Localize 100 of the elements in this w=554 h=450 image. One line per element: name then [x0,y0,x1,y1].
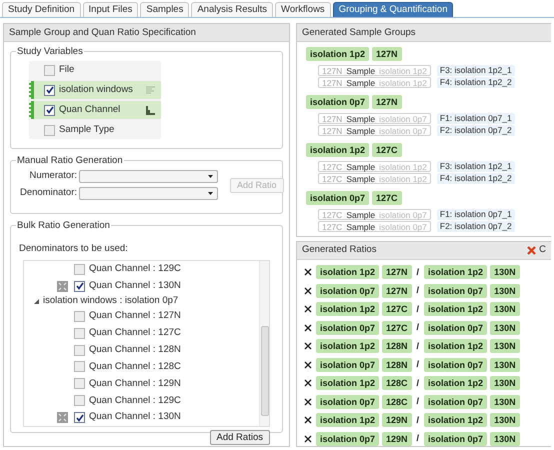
drag-handle-icon[interactable] [29,81,34,99]
tree-item-label[interactable]: Quan Channel : 127N [89,309,181,324]
dropdown-arrow-icon [208,192,213,195]
panel-header: Generated Sample Groups [297,24,551,42]
file-chip: F2: isolation 0p7_2 [436,125,515,136]
group-tag: isolation 1p2 [316,302,380,316]
remove-icon[interactable] [304,416,312,424]
ratio-separator: / [416,395,420,408]
variable-row[interactable]: Quan Channel [29,101,161,119]
sample-label: Sample [346,114,376,123]
dropdown[interactable] [79,170,218,183]
remove-icon[interactable] [304,342,312,350]
sample-label: Sample [346,126,376,135]
channel-label: 127C [322,162,342,171]
grid-icon[interactable] [57,280,68,292]
checkbox[interactable] [74,412,85,424]
checkbox[interactable] [44,124,55,136]
group-tag: 130N [490,265,520,280]
channel-label: 127C [322,222,342,231]
step-chart-icon [146,106,155,114]
checkbox[interactable] [74,344,85,356]
group-tag: isolation 0p7 [316,358,380,372]
ratio-separator: / [416,284,420,297]
group-tag: 128N [382,339,412,354]
tab[interactable]: Grouping & Quantification [332,2,454,17]
tree-item-label[interactable]: Quan Channel : 129C [89,394,181,408]
ratio-separator: / [416,432,420,445]
remove-icon[interactable] [304,398,312,406]
isolation-label: isolation 1p2 [379,174,427,183]
drag-handle-icon[interactable] [29,101,34,119]
checkbox[interactable] [74,395,85,406]
tab[interactable]: Input Files [82,2,138,17]
variable-label: Quan Channel [59,102,120,117]
group-tag: 127C [382,302,412,316]
file-chip: F4: isolation 1p2_2 [436,173,515,184]
group-tag: 129N [382,432,412,446]
tree-item-label[interactable]: Quan Channel : 128N [89,342,181,358]
remove-icon[interactable] [304,324,312,332]
checkbox[interactable] [44,84,55,96]
checkbox[interactable] [74,328,85,339]
tree-item-label[interactable]: Quan Channel : 129C [89,262,181,277]
channel-label: 127C [322,210,342,219]
checkbox[interactable] [44,64,55,76]
tree-item-label[interactable]: Quan Channel : 130N [89,279,181,294]
tree-item-label[interactable]: Quan Channel : 129N [89,376,181,391]
ratio-separator: / [416,414,420,426]
tab[interactable]: Study Definition [2,2,81,17]
group-tag: isolation 1p2 [316,376,380,390]
checkbox[interactable] [44,104,55,116]
tab[interactable]: Samples [140,2,190,17]
remove-icon[interactable] [304,434,312,443]
group-tag: isolation 1p2 [316,339,380,354]
group-tag: isolation 1p2 [306,47,370,61]
remove-icon[interactable] [304,268,312,276]
group-tag: isolation 1p2 [424,265,488,280]
expanded-triangle-icon[interactable] [34,298,39,304]
group-tag: 128C [382,394,412,409]
panel-title: Generated Ratios [302,243,376,258]
tree-group-label[interactable]: isolation windows : isolation 0p7 [43,294,178,308]
tree-item-label[interactable]: Quan Channel : 128C [89,360,181,374]
sample-label: Sample [346,222,376,231]
variable-row[interactable]: Sample Type [29,121,161,139]
scrollbar[interactable] [259,261,269,426]
dropdown[interactable] [79,187,218,200]
tab[interactable]: Analysis Results [191,2,274,17]
group-tag: isolation 0p7 [424,358,488,372]
list-caption: Denominators to be used: [19,243,128,254]
group-tag: isolation 1p2 [316,413,380,428]
tab[interactable]: Workflows [275,2,331,17]
checkbox[interactable] [74,310,85,322]
isolation-label: isolation 1p2 [379,78,427,87]
checkbox[interactable] [74,378,85,390]
remove-icon[interactable] [304,379,312,388]
file-chip: F2: isolation 0p7_2 [436,221,515,232]
tree-item-label[interactable]: Quan Channel : 127C [89,326,181,340]
ratio-separator: / [416,302,420,316]
group-tag: 130N [490,302,520,316]
remove-icon[interactable] [304,305,312,314]
group-tag: 130N [490,284,520,298]
remove-icon[interactable] [304,286,312,295]
channel-label: 127N [322,114,342,123]
variable-row[interactable]: File [29,61,161,79]
add-ratios-button[interactable]: Add Ratios [210,430,270,445]
checkbox[interactable] [74,264,85,275]
remove-icon[interactable] [304,360,312,369]
checkbox[interactable] [74,361,85,372]
dropdown-arrow-icon [208,175,213,178]
group-legend: Study Variables [16,45,84,58]
clear-icon [527,246,536,255]
group-tag: 127N [382,284,412,298]
group-tag: isolation 1p2 [316,265,380,280]
sample-label: Sample [346,162,376,171]
variable-row[interactable]: isolation windows [29,81,161,99]
grid-icon[interactable] [57,412,68,424]
isolation-label: isolation 0p7 [379,210,427,219]
clear-button[interactable]: C [527,243,546,258]
checkbox[interactable] [74,280,85,292]
group-tag: isolation 1p2 [306,143,370,157]
tree-item-label[interactable]: Quan Channel : 130N [89,410,181,425]
group-tag: 127C [372,143,402,157]
